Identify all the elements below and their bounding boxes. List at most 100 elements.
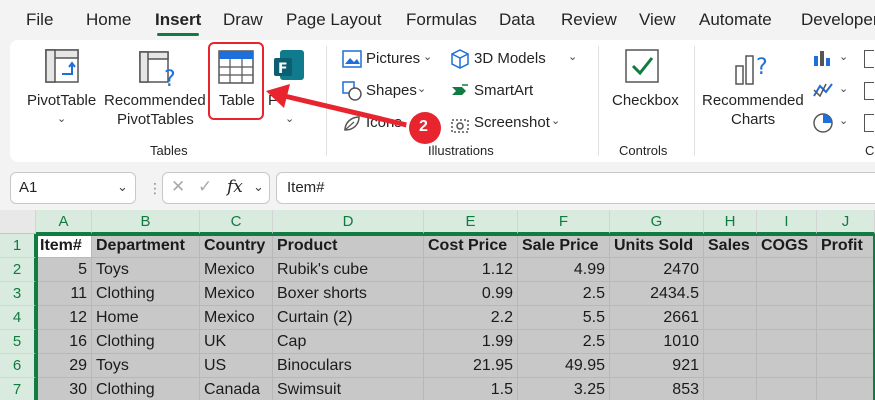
tab-insert[interactable]: Insert (155, 10, 201, 30)
table-cell[interactable] (757, 354, 817, 378)
header-cell[interactable]: Profit (817, 234, 875, 258)
table-cell[interactable]: 2.5 (518, 282, 610, 306)
header-cell[interactable]: Units Sold (610, 234, 704, 258)
table-icon[interactable] (218, 50, 254, 89)
table-cell[interactable]: Mexico (200, 306, 273, 330)
more-charts-icon[interactable] (864, 50, 874, 68)
table-cell[interactable]: 2.5 (518, 330, 610, 354)
recommended-charts-label-2[interactable]: Charts (731, 111, 775, 128)
table-cell[interactable]: 1010 (610, 330, 704, 354)
pivottable-label[interactable]: PivotTable (27, 92, 96, 109)
table-cell[interactable]: 921 (610, 354, 704, 378)
table-cell[interactable]: 5.5 (518, 306, 610, 330)
table-cell[interactable] (757, 378, 817, 400)
header-cell[interactable]: Department (92, 234, 200, 258)
table-cell[interactable]: 29 (36, 354, 92, 378)
table-cell[interactable] (817, 306, 875, 330)
table-cell[interactable]: 16 (36, 330, 92, 354)
table-cell[interactable]: Boxer shorts (273, 282, 424, 306)
more-charts-icon[interactable] (864, 114, 874, 132)
table-cell[interactable] (757, 306, 817, 330)
checkbox-label[interactable]: Checkbox (612, 92, 679, 109)
header-cell[interactable]: Country (200, 234, 273, 258)
table-cell[interactable]: 0.99 (424, 282, 518, 306)
3d-models-icon[interactable] (450, 49, 470, 74)
table-cell[interactable] (757, 330, 817, 354)
header-cell[interactable]: Cost Price (424, 234, 518, 258)
tab-automate[interactable]: Automate (699, 10, 772, 30)
header-cell[interactable]: Item# (36, 234, 92, 258)
table-cell[interactable] (704, 378, 757, 400)
row-header-2[interactable]: 2 (0, 258, 36, 282)
chevron-down-icon[interactable]: ⌄ (839, 82, 848, 95)
table-cell[interactable]: Swimsuit (273, 378, 424, 400)
table-cell[interactable]: 2434.5 (610, 282, 704, 306)
chevron-down-icon[interactable]: ⌄ (568, 50, 577, 63)
table-cell[interactable] (704, 258, 757, 282)
table-cell[interactable]: Home (92, 306, 200, 330)
recommended-charts-label-1[interactable]: Recommended (702, 92, 804, 109)
tab-formulas[interactable]: Formulas (406, 10, 477, 30)
header-cell[interactable]: Sale Price (518, 234, 610, 258)
column-header-b[interactable]: B (92, 210, 200, 234)
row-header-3[interactable]: 3 (0, 282, 36, 306)
screenshot-icon[interactable] (450, 114, 470, 139)
table-cell[interactable]: 1.5 (424, 378, 518, 400)
column-header-a[interactable]: A (36, 210, 92, 234)
enter-icon[interactable]: ✓ (198, 177, 212, 197)
line-chart-icon[interactable] (812, 80, 834, 105)
tab-developer[interactable]: Developer (801, 10, 875, 30)
chevron-down-icon[interactable]: ⌄ (551, 114, 560, 127)
table-cell[interactable]: Clothing (92, 330, 200, 354)
table-cell[interactable]: 5 (36, 258, 92, 282)
screenshot-label[interactable]: Screenshot (474, 114, 550, 131)
pivottable-icon[interactable] (44, 48, 80, 89)
table-cell[interactable] (757, 282, 817, 306)
table-cell[interactable] (757, 258, 817, 282)
pie-chart-icon[interactable] (812, 112, 834, 139)
table-cell[interactable] (817, 330, 875, 354)
formula-input[interactable]: Item# (276, 172, 875, 204)
tab-file[interactable]: File (26, 10, 53, 30)
insert-function-icon[interactable]: fx (227, 177, 243, 197)
table-cell[interactable]: 30 (36, 378, 92, 400)
table-cell[interactable]: Toys (92, 258, 200, 282)
table-cell[interactable] (704, 282, 757, 306)
table-cell[interactable] (704, 306, 757, 330)
table-cell[interactable]: Rubik's cube (273, 258, 424, 282)
tab-draw[interactable]: Draw (223, 10, 263, 30)
cancel-icon[interactable]: ✕ (171, 177, 185, 197)
table-cell[interactable]: Toys (92, 354, 200, 378)
table-cell[interactable]: Curtain (2) (273, 306, 424, 330)
table-cell[interactable]: 2470 (610, 258, 704, 282)
chevron-down-icon[interactable]: ⌄ (423, 50, 432, 63)
column-header-d[interactable]: D (273, 210, 424, 234)
header-cell[interactable]: Sales (704, 234, 757, 258)
table-cell[interactable] (817, 258, 875, 282)
chevron-down-icon[interactable]: ⌄ (57, 112, 66, 125)
smartart-label[interactable]: SmartArt (474, 82, 533, 99)
row-header-5[interactable]: 5 (0, 330, 36, 354)
table-cell[interactable]: Binoculars (273, 354, 424, 378)
column-header-f[interactable]: F (518, 210, 610, 234)
column-header-h[interactable]: H (704, 210, 757, 234)
recommended-pivottables-label-1[interactable]: Recommended (104, 92, 206, 109)
column-header-i[interactable]: I (757, 210, 817, 234)
row-header-7[interactable]: 7 (0, 378, 36, 400)
tab-page-layout[interactable]: Page Layout (286, 10, 381, 30)
table-cell[interactable] (704, 354, 757, 378)
column-header-e[interactable]: E (424, 210, 518, 234)
pictures-icon[interactable] (342, 50, 362, 73)
chevron-down-icon[interactable]: ⌄ (253, 179, 264, 195)
table-cell[interactable]: 2661 (610, 306, 704, 330)
table-cell[interactable]: 4.99 (518, 258, 610, 282)
table-cell[interactable] (817, 378, 875, 400)
table-cell[interactable] (817, 354, 875, 378)
worksheet-grid[interactable]: ABCDEFGHIJ 1234567 Item# Department Countr… (0, 210, 875, 400)
recommended-pivottables-label-2[interactable]: PivotTables (117, 111, 194, 128)
chevron-down-icon[interactable]: ⌄ (117, 179, 128, 195)
table-cell[interactable]: 49.95 (518, 354, 610, 378)
header-cell[interactable]: Product (273, 234, 424, 258)
column-header-j[interactable]: J (817, 210, 875, 234)
table-cell[interactable]: 21.95 (424, 354, 518, 378)
